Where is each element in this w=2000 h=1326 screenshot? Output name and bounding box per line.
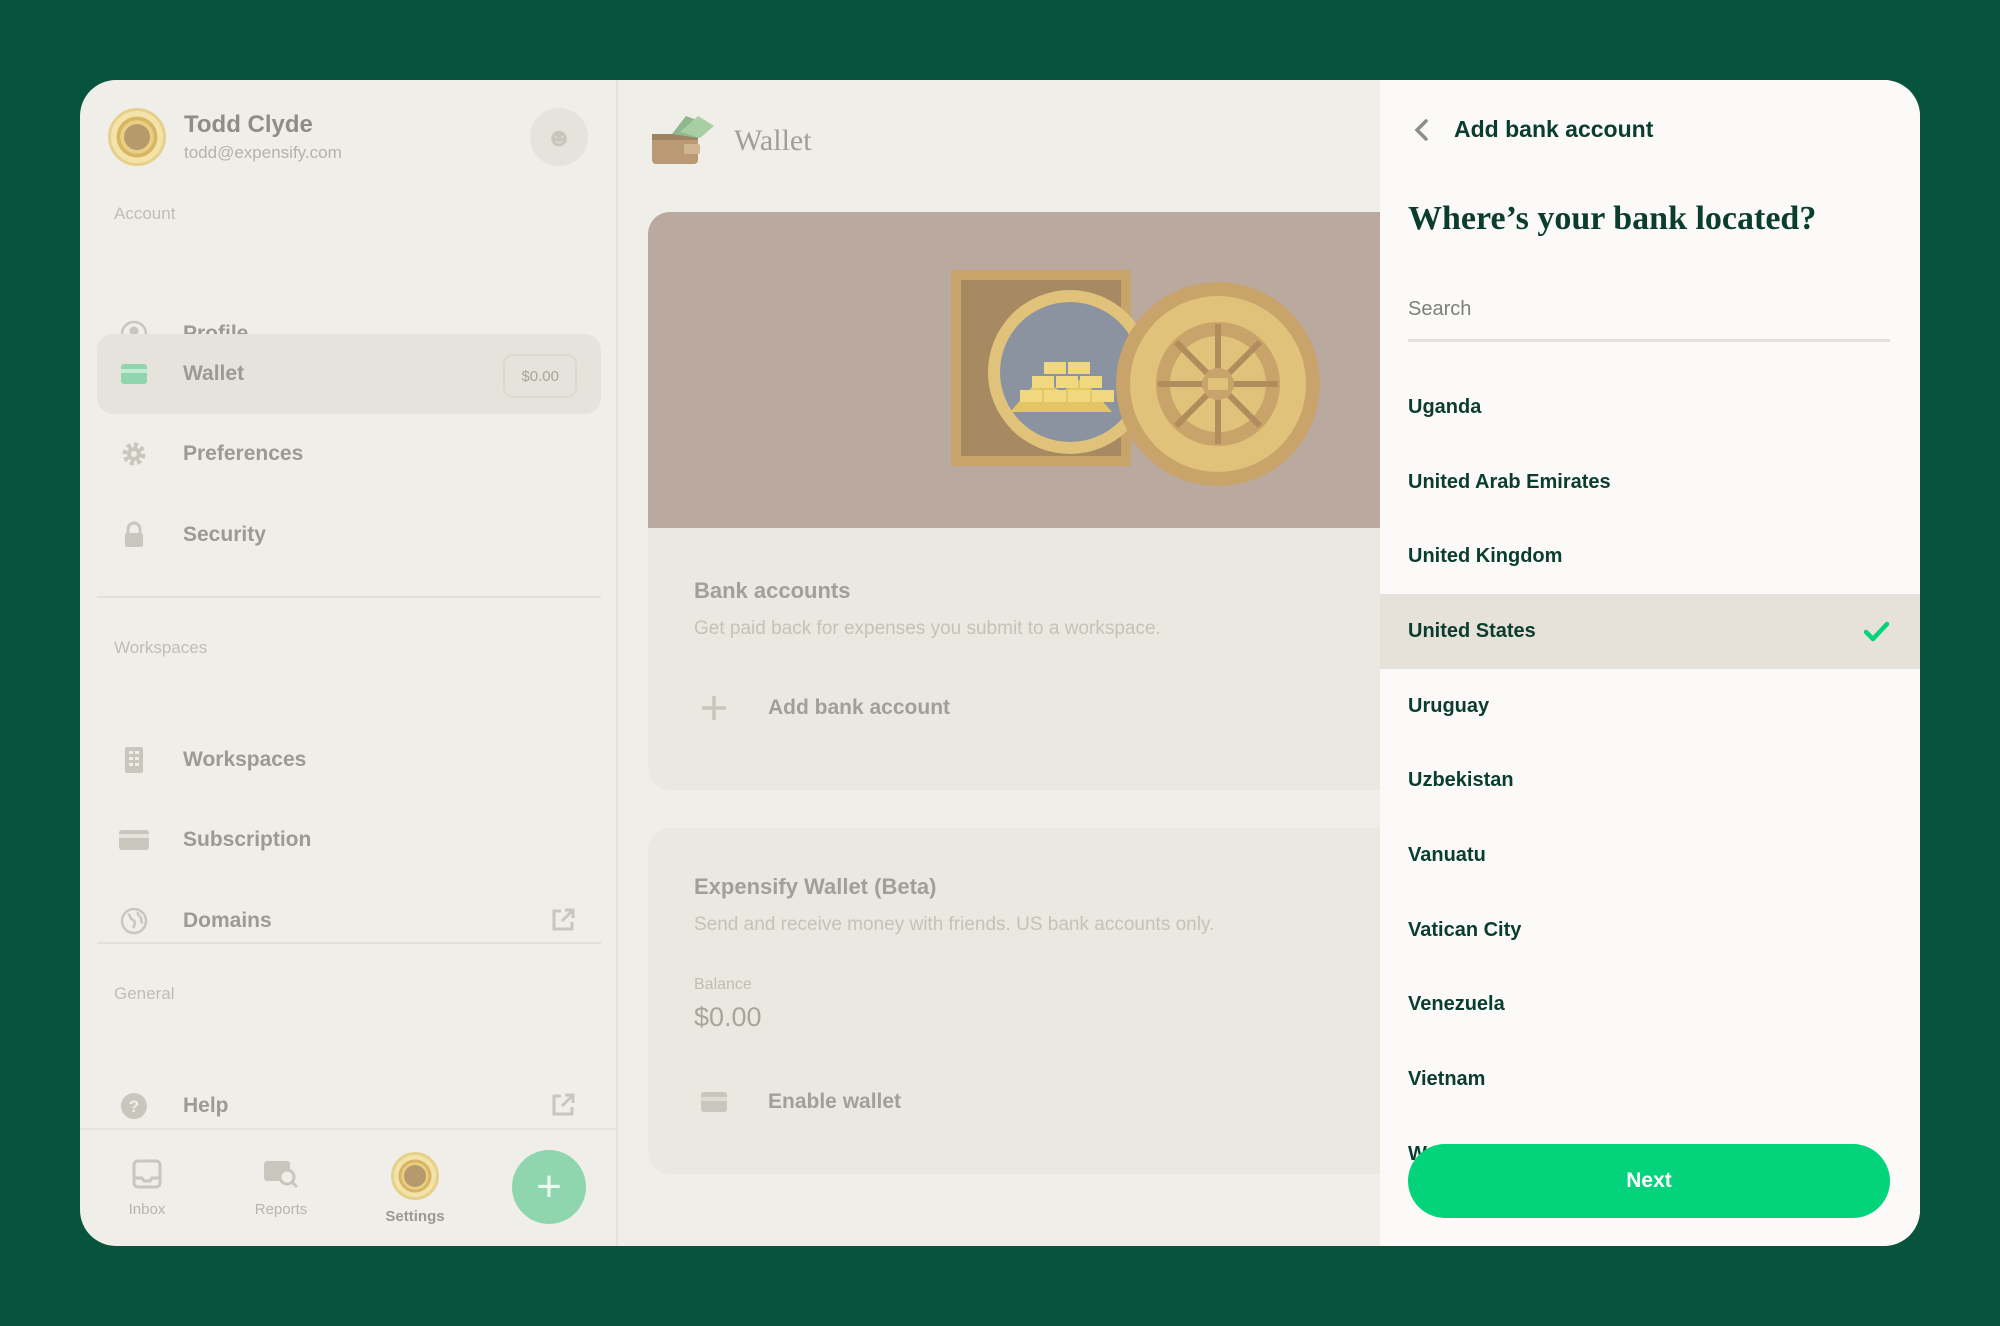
gear-icon [119,439,149,469]
country-option[interactable]: United Kingdom [1380,519,1920,594]
country-option[interactable]: Vanuatu [1380,818,1920,893]
sidebar-item-wallet[interactable]: Wallet $0.00 [97,334,601,414]
country-option[interactable]: Uzbekistan [1380,743,1920,818]
help-icon: ? [119,1091,149,1121]
tab-label: Inbox [128,1200,166,1218]
country-label: Uruguay [1408,694,1490,717]
sidebar-item-subscription[interactable]: Subscription [97,800,601,880]
country-option[interactable]: Venezuela [1380,968,1920,1043]
external-link-icon [549,906,577,939]
balance-label: Balance [694,976,752,993]
globe-icon [119,906,149,936]
bottom-navigation: Inbox Reports Settings + [80,1128,616,1246]
action-label: Add bank account [768,696,951,719]
card-title: Expensify Wallet (Beta) [694,874,937,899]
sidebar-divider [97,942,601,944]
panel-header: Add bank account [1410,116,1653,143]
card-subtitle: Send and receive money with friends. US … [694,914,1215,935]
sidebar-item-label: Help [183,1094,229,1117]
country-label: United States [1408,619,1536,642]
country-label: United Arab Emirates [1408,470,1611,493]
sidebar-item-security[interactable]: Security [97,495,601,575]
wallet-icon [119,359,149,389]
tab-settings[interactable]: Settings [348,1151,482,1225]
card-title: Bank accounts [694,578,851,603]
sidebar-item-label: Subscription [183,828,312,851]
country-label: Vietnam [1408,1068,1486,1091]
country-option[interactable]: Uganda [1380,370,1920,445]
emoji-icon[interactable]: ☻ [530,108,588,166]
country-label: Venezuela [1408,993,1505,1016]
profile-header[interactable]: Todd Clyde todd@expensify.com [108,108,342,166]
lock-icon [119,520,149,550]
sidebar-item-label: Security [183,523,266,546]
reports-icon [263,1159,299,1193]
bank-accounts-card: Bank accounts Get paid back for expenses… [648,528,1398,790]
tab-label: Settings [385,1207,445,1225]
search-input[interactable] [1408,280,1890,342]
section-label-general: General [114,984,175,1003]
avatar [391,1151,439,1200]
page-title: Wallet [734,123,812,157]
expensify-wallet-card: Expensify Wallet (Beta) Send and receive… [648,828,1398,1174]
vault-illustration [648,212,1398,528]
panel-title: Add bank account [1454,116,1654,142]
country-label: United Kingdom [1408,545,1563,568]
sidebar-item-label: Workspaces [183,748,307,771]
external-link-icon [549,1091,577,1124]
wallet-icon [694,1091,734,1113]
country-label: Uzbekistan [1408,769,1514,792]
section-label-account: Account [114,204,176,223]
plus-icon[interactable]: + [512,1150,586,1224]
next-button[interactable]: Next [1408,1144,1890,1218]
country-option[interactable]: United States [1380,594,1920,669]
tab-reports[interactable]: Reports [214,1159,348,1218]
credit-card-icon [119,825,149,855]
checkmark-icon [1862,617,1890,645]
back-chevron-icon[interactable] [1410,118,1434,142]
plus-icon [694,694,734,722]
app-window: Todd Clyde todd@expensify.com ☻ Account … [80,80,1920,1246]
country-list[interactable]: Uganda United Arab Emirates United Kingdom… [1380,370,1920,1220]
add-bank-account-button[interactable]: Add bank account [694,694,950,722]
country-option[interactable]: United Arab Emirates [1380,445,1920,520]
inbox-icon [132,1159,162,1193]
svg-text:?: ? [129,1097,139,1116]
sidebar-divider [97,596,601,598]
bank-location-question: Where’s your bank located? [1408,200,1817,237]
sidebar-item-label: Wallet [183,362,245,385]
building-icon [119,745,149,775]
sidebar-item-label: Preferences [183,442,304,465]
country-label: Vanuatu [1408,843,1486,866]
sidebar-item-label: Domains [183,909,272,932]
action-label: Enable wallet [768,1090,902,1113]
sidebar-item-preferences[interactable]: Preferences [97,414,601,494]
sidebar-item-workspaces[interactable]: Workspaces [97,720,601,800]
card-subtitle: Get paid back for expenses you submit to… [694,618,1161,639]
main-content: Wallet Bank accounts Get paid back for e… [618,80,1398,1246]
page-header: Wallet [650,110,812,171]
country-option[interactable]: Vietnam [1380,1042,1920,1117]
country-label: Vatican City [1408,918,1522,941]
wallet-icon [650,110,716,171]
profile-name: Todd Clyde [184,111,313,138]
wallet-balance-badge: $0.00 [503,354,577,398]
tab-label: Reports [254,1200,308,1218]
sidebar-item-domains[interactable]: Domains [97,881,601,961]
sidebar: Todd Clyde todd@expensify.com ☻ Account … [80,80,618,1246]
add-bank-account-panel: Add bank account Where’s your bank locat… [1380,80,1920,1246]
enable-wallet-button[interactable]: Enable wallet [694,1090,901,1114]
country-label: Uganda [1408,395,1482,418]
country-option[interactable]: Uruguay [1380,669,1920,744]
profile-email: todd@expensify.com [184,143,342,162]
avatar[interactable] [108,108,166,166]
tab-inbox[interactable]: Inbox [80,1159,214,1218]
balance-value: $0.00 [694,1002,762,1032]
country-option[interactable]: Vatican City [1380,893,1920,968]
section-label-workspaces: Workspaces [114,638,208,657]
